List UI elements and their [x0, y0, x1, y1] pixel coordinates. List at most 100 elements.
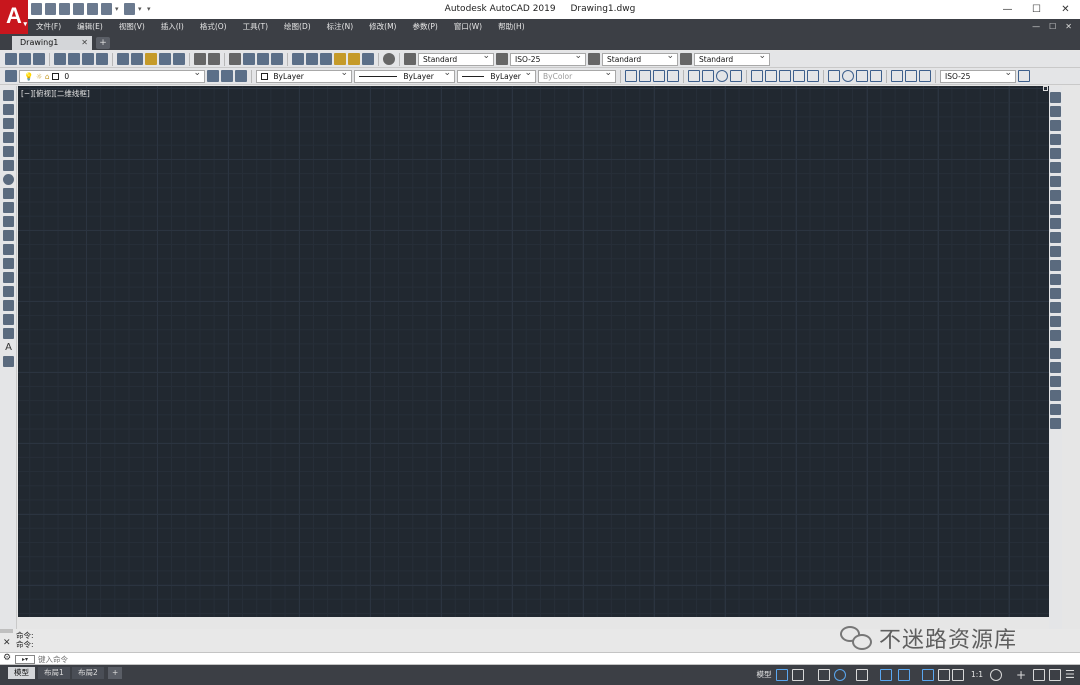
- center-mark-icon[interactable]: [842, 70, 854, 82]
- menu-file[interactable]: 文件(F): [28, 21, 69, 32]
- table-style-select[interactable]: Standard: [602, 51, 678, 66]
- close-button[interactable]: ✕: [1051, 0, 1080, 19]
- 3d-print-icon[interactable]: [96, 53, 108, 65]
- table-icon[interactable]: [3, 328, 14, 339]
- save-icon[interactable]: [33, 53, 45, 65]
- blend-curves-icon[interactable]: [1050, 316, 1061, 327]
- explode-icon[interactable]: [1050, 330, 1061, 341]
- drawing-minimize-button[interactable]: —: [1032, 22, 1040, 31]
- hatch-icon[interactable]: [3, 286, 14, 297]
- isodraft-icon[interactable]: [856, 669, 868, 681]
- sheet-set-icon[interactable]: [334, 53, 346, 65]
- tolerance-icon[interactable]: [828, 70, 840, 82]
- dimension-text-edit-icon[interactable]: [905, 70, 917, 82]
- scale-icon[interactable]: [1050, 190, 1061, 201]
- fillet-icon[interactable]: [1050, 302, 1061, 313]
- radius-dimension-icon[interactable]: [688, 70, 700, 82]
- make-block-icon[interactable]: [3, 258, 14, 269]
- send-to-back-icon[interactable]: [1050, 362, 1061, 373]
- layout-tab-layout1[interactable]: 布局1: [38, 667, 70, 679]
- dimension-style-select[interactable]: ISO-25: [940, 68, 1016, 83]
- plot-style-select[interactable]: ByColor: [538, 68, 616, 83]
- jogged-dimension-icon[interactable]: [702, 70, 714, 82]
- revision-cloud-icon[interactable]: [3, 188, 14, 199]
- menu-help[interactable]: 帮助(H): [490, 21, 533, 32]
- insert-block-icon[interactable]: [3, 244, 14, 255]
- properties-icon[interactable]: [292, 53, 304, 65]
- maximize-button[interactable]: ☐: [1022, 0, 1051, 19]
- drawing-canvas[interactable]: [−][俯视][二维线框]: [18, 86, 1049, 617]
- block-editor-icon[interactable]: [173, 53, 185, 65]
- lineweight-select[interactable]: ByLayer: [457, 68, 536, 83]
- linetype-select[interactable]: ByLayer: [354, 68, 455, 83]
- send-under-icon[interactable]: [1050, 390, 1061, 401]
- dimension-update-icon[interactable]: [919, 70, 931, 82]
- extend-icon[interactable]: [1050, 232, 1061, 243]
- continue-dimension-icon[interactable]: [779, 70, 791, 82]
- linear-dimension-icon[interactable]: [625, 70, 637, 82]
- pan-icon[interactable]: [229, 53, 241, 65]
- cut-icon[interactable]: [117, 53, 129, 65]
- inspection-icon[interactable]: [856, 70, 868, 82]
- chamfer-icon[interactable]: [1050, 288, 1061, 299]
- workspace-gear-icon[interactable]: [990, 669, 1002, 681]
- publish-icon[interactable]: [82, 53, 94, 65]
- autoscale-icon[interactable]: [938, 669, 950, 681]
- help-icon[interactable]: [383, 53, 395, 65]
- zoom-realtime-icon[interactable]: [243, 53, 255, 65]
- gradient-icon[interactable]: [3, 300, 14, 311]
- rectangle-icon[interactable]: [3, 146, 14, 157]
- annotation-scale-icon[interactable]: [952, 669, 964, 681]
- baseline-dimension-icon[interactable]: [765, 70, 777, 82]
- isolate-objects-icon[interactable]: [1033, 669, 1045, 681]
- copy-icon[interactable]: [131, 53, 143, 65]
- paste-icon[interactable]: [145, 53, 157, 65]
- offset-icon[interactable]: [1050, 134, 1061, 145]
- array-icon[interactable]: [1050, 148, 1061, 159]
- open-icon[interactable]: [19, 53, 31, 65]
- make-current-layer-icon[interactable]: [207, 70, 219, 82]
- multileader-style-select[interactable]: Standard: [694, 51, 770, 66]
- circle-icon[interactable]: [3, 174, 14, 185]
- menu-format[interactable]: 格式(O): [192, 21, 235, 32]
- menu-modify[interactable]: 修改(M): [361, 21, 404, 32]
- polygon-icon[interactable]: [3, 132, 14, 143]
- plot-preview-icon[interactable]: [68, 53, 80, 65]
- dimension-space-icon[interactable]: [793, 70, 805, 82]
- trim-icon[interactable]: [1050, 218, 1061, 229]
- match-properties-icon[interactable]: [159, 53, 171, 65]
- layout-tab-layout2[interactable]: 布局2: [72, 667, 104, 679]
- menu-view[interactable]: 视图(V): [111, 21, 153, 32]
- rotate-icon[interactable]: [1050, 176, 1061, 187]
- quick-dimension-icon[interactable]: [751, 70, 763, 82]
- layer-select[interactable]: 💡 ☼ ⌂ 0: [19, 68, 205, 83]
- spline-icon[interactable]: [3, 202, 14, 213]
- object-snap-icon[interactable]: [898, 669, 910, 681]
- text-style-select[interactable]: Standard: [418, 51, 494, 66]
- bring-to-front-icon[interactable]: [1050, 348, 1061, 359]
- angular-dimension-icon[interactable]: [730, 70, 742, 82]
- region-icon[interactable]: [3, 314, 14, 325]
- design-center-icon[interactable]: [306, 53, 318, 65]
- dimension-break-icon[interactable]: [807, 70, 819, 82]
- qnew-icon[interactable]: [5, 53, 17, 65]
- break-at-point-icon[interactable]: [1050, 246, 1061, 257]
- break-icon[interactable]: [1050, 260, 1061, 271]
- mirror-icon[interactable]: [1050, 120, 1061, 131]
- menu-insert[interactable]: 插入(I): [153, 21, 192, 32]
- add-layout-button[interactable]: +: [108, 667, 123, 679]
- dim-style-select[interactable]: ISO-25: [510, 51, 586, 66]
- arc-icon[interactable]: [3, 160, 14, 171]
- stretch-icon[interactable]: [1050, 204, 1061, 215]
- polyline-icon[interactable]: [3, 118, 14, 129]
- text-front-icon[interactable]: [1050, 404, 1061, 415]
- annotation-visibility-icon[interactable]: [922, 669, 934, 681]
- customization-menu-icon[interactable]: ☰: [1065, 669, 1077, 681]
- command-grip[interactable]: [0, 629, 13, 633]
- aligned-dimension-icon[interactable]: [639, 70, 651, 82]
- viewport-controls[interactable]: [−][俯视][二维线框]: [21, 88, 90, 99]
- erase-icon[interactable]: [1050, 92, 1061, 103]
- layer-previous-icon[interactable]: [221, 70, 233, 82]
- arc-length-icon[interactable]: [653, 70, 665, 82]
- model-space-button[interactable]: 模型: [754, 668, 774, 682]
